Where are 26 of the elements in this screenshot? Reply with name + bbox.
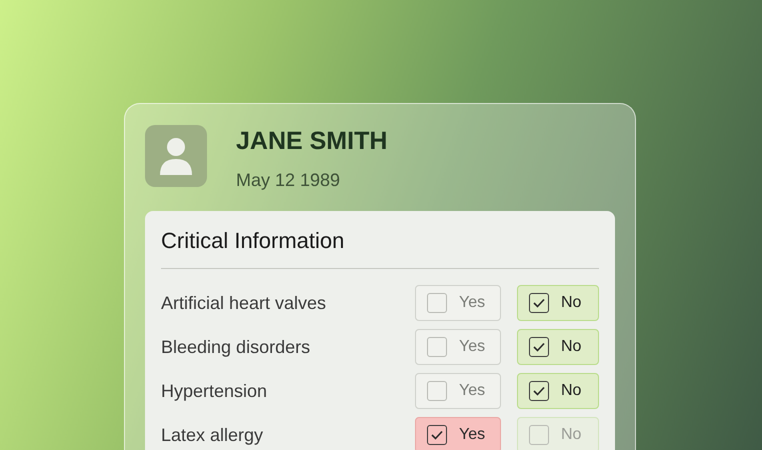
condition-label: Bleeding disorders: [161, 336, 312, 359]
condition-label: Artificial heart valves: [161, 292, 328, 314]
patient-name: JANE SMITH: [236, 126, 388, 156]
check-icon: [533, 386, 545, 396]
no-option[interactable]: No: [517, 373, 599, 409]
condition-label: Hypertension: [161, 380, 268, 403]
no-option[interactable]: No: [517, 285, 599, 321]
check-icon: [431, 430, 443, 440]
yes-option[interactable]: Yes: [415, 373, 501, 409]
person-icon: [159, 137, 193, 175]
section-title: Critical Information: [161, 227, 346, 255]
checkbox[interactable]: [427, 293, 447, 313]
check-icon: [533, 342, 545, 352]
checkbox[interactable]: [427, 425, 447, 445]
no-option[interactable]: No: [517, 329, 599, 365]
condition-label: Latex allergy: [161, 424, 264, 447]
checkbox[interactable]: [427, 381, 447, 401]
yes-option[interactable]: Yes: [415, 329, 501, 365]
checkbox[interactable]: [529, 381, 549, 401]
checkbox[interactable]: [529, 293, 549, 313]
birth-date: May 12 1989: [236, 169, 342, 192]
checkbox[interactable]: [427, 337, 447, 357]
yes-option[interactable]: Yes: [415, 285, 501, 321]
check-icon: [533, 298, 545, 308]
checkbox[interactable]: [529, 425, 549, 445]
checkbox[interactable]: [529, 337, 549, 357]
